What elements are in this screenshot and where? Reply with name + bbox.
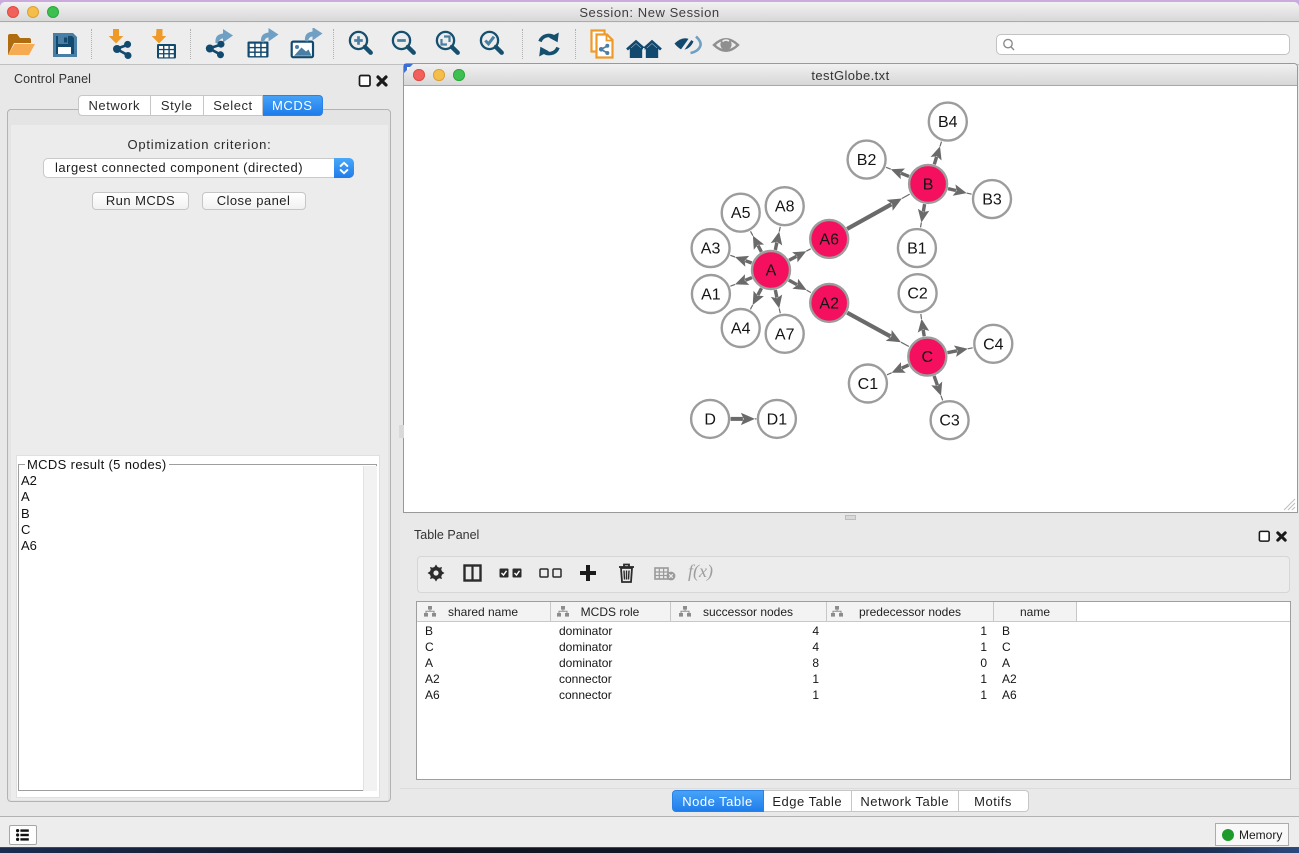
- svg-text:A6: A6: [819, 231, 839, 248]
- svg-text:C3: C3: [939, 413, 960, 430]
- svg-text:Memory: Memory: [1239, 828, 1282, 842]
- svg-text:A2: A2: [819, 295, 839, 312]
- svg-text:B2: B2: [857, 152, 877, 169]
- svg-text:C1: C1: [858, 376, 879, 393]
- svg-text:A1: A1: [701, 287, 721, 304]
- svg-text:D1: D1: [767, 411, 788, 428]
- svg-text:B4: B4: [938, 114, 958, 131]
- svg-text:A7: A7: [775, 326, 795, 343]
- svg-text:B: B: [923, 176, 934, 193]
- svg-text:A4: A4: [731, 321, 751, 338]
- svg-text:A3: A3: [701, 241, 721, 258]
- svg-text:C: C: [922, 349, 934, 366]
- svg-text:C4: C4: [983, 336, 1004, 353]
- svg-text:A8: A8: [775, 199, 795, 216]
- svg-text:A5: A5: [731, 205, 751, 222]
- svg-text:D: D: [704, 411, 716, 428]
- svg-text:A: A: [766, 263, 777, 280]
- svg-text:B3: B3: [982, 192, 1002, 209]
- svg-text:B1: B1: [907, 241, 927, 258]
- svg-text:C2: C2: [907, 286, 928, 303]
